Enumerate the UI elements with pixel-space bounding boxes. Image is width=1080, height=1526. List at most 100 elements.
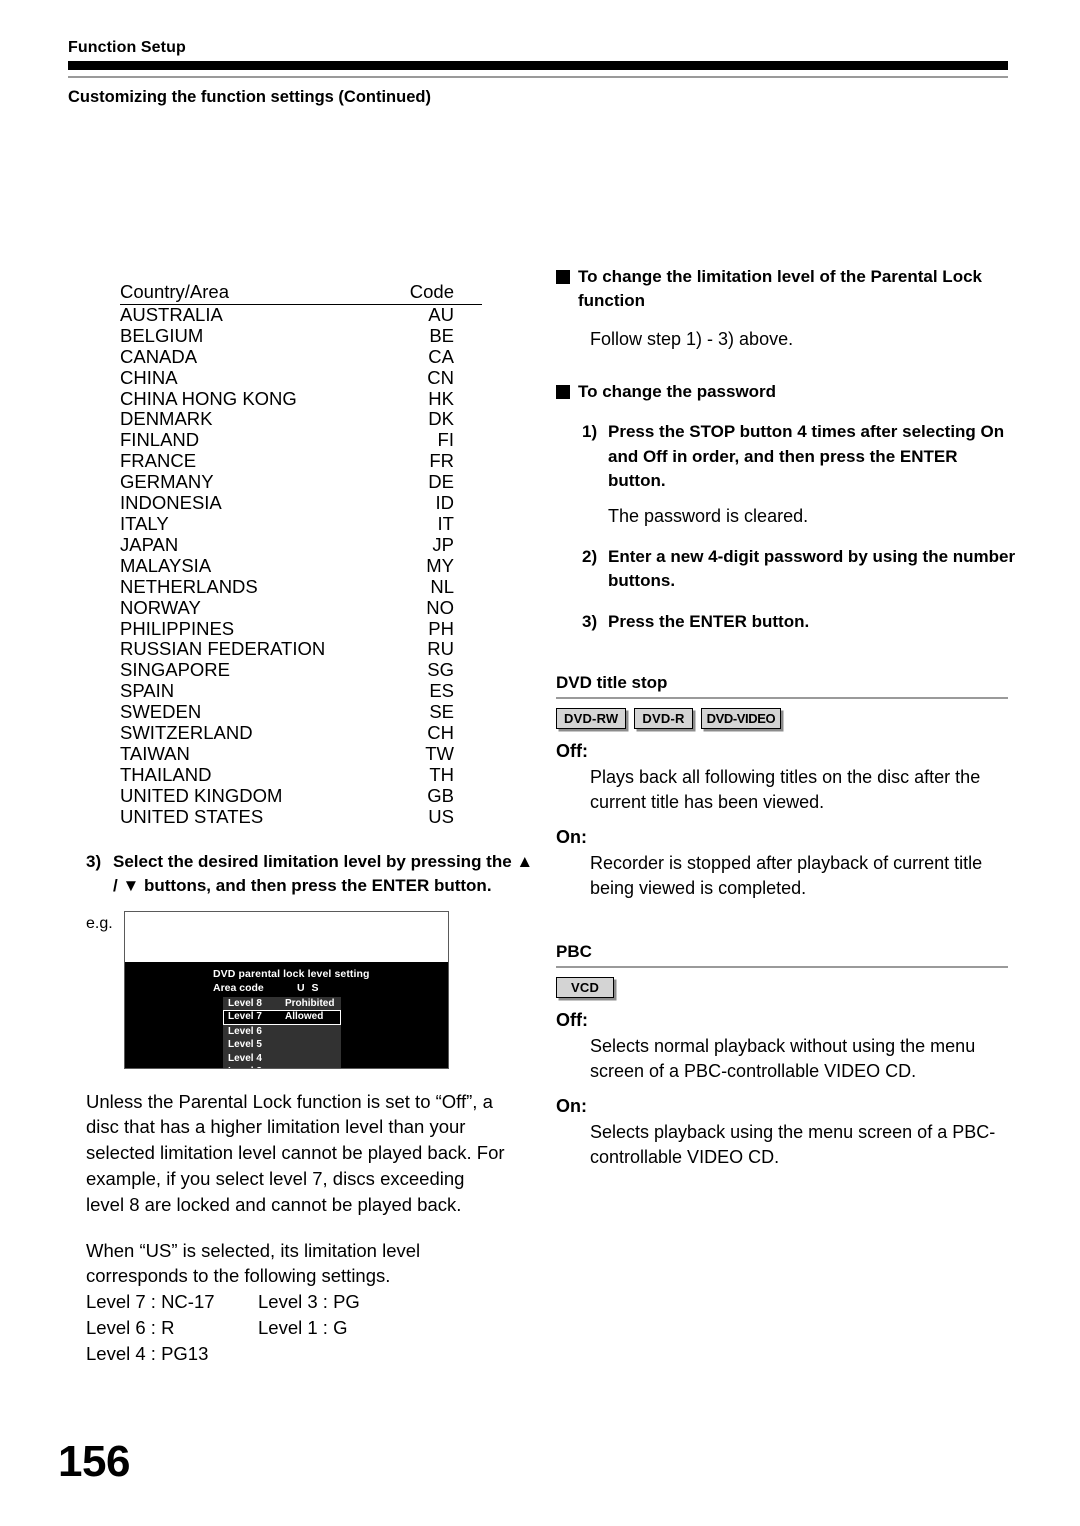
table-row: BELGIUM BE: [120, 324, 482, 347]
country-code: NL: [430, 575, 454, 597]
osd-level-label: Level 3: [228, 1065, 262, 1068]
table-row: UNITED KINGDOM GB: [120, 785, 482, 807]
password-steps-list: 1) Press the STOP button 4 times after se…: [556, 420, 1016, 634]
country-code: FR: [429, 450, 454, 472]
level-mapping-left: Level 6 : R: [86, 1316, 175, 1338]
password-step: 3) Press the ENTER button.: [556, 610, 1016, 635]
country-code: SE: [429, 701, 454, 723]
table-row: CANADA CA: [120, 345, 482, 368]
pbc-off-label: Off:: [556, 1010, 588, 1030]
country-name: FINLAND: [120, 429, 200, 451]
disc-type-badges-dvd: DVD-RW DVD-R DVD-VIDEO: [556, 708, 1016, 729]
disc-type-badges-pbc: VCD: [556, 977, 1016, 998]
osd-title: DVD parental lock level setting: [213, 967, 370, 980]
country-name: NETHERLANDS: [120, 575, 258, 597]
country-name: THAILAND: [120, 763, 212, 785]
parental-lock-note: Unless the Parental Lock function is set…: [86, 1090, 505, 1215]
bullet-square-icon: [556, 270, 570, 284]
disc-badge-dvd-video: DVD-VIDEO: [700, 708, 782, 729]
osd-level-row-selected[interactable]: Level 7 Allowed: [223, 1010, 341, 1025]
table-row: SINGAPORE SG: [120, 659, 482, 681]
table-row: GERMANY DE: [120, 471, 482, 493]
country-code: ID: [435, 492, 455, 514]
table-row: INDONESIA ID: [120, 492, 482, 514]
osd-level-row[interactable]: Level 5: [223, 1038, 341, 1052]
osd-level-row[interactable]: Level 4: [223, 1052, 341, 1066]
disc-badge-vcd: VCD: [556, 977, 615, 998]
follow-step-note: Follow step 1) - 3) above.: [590, 329, 794, 349]
osd-level-label: Level 8: [228, 997, 262, 1009]
country-name: GERMANY: [120, 471, 214, 493]
password-step-line: 1) Press the STOP button 4 times after se…: [582, 420, 1016, 494]
country-name: AUSTRALIA: [120, 303, 223, 325]
osd-area-code-value: U S: [297, 981, 321, 994]
example-figure-row: e.g. DVD parental lock level setting Are…: [86, 910, 536, 1069]
level-mapping-right: [258, 1341, 536, 1367]
country-name: ITALY: [120, 512, 169, 534]
table-row: NETHERLANDS NL: [120, 575, 482, 598]
osd-level-row[interactable]: Level 8 Prohibited: [223, 997, 341, 1011]
password-step-text: Press the ENTER button.: [608, 611, 810, 631]
table-row: RUSSIAN FEDERATION RU: [120, 639, 482, 660]
osd-level-row[interactable]: Level 6: [223, 1025, 341, 1039]
country-code: JP: [432, 533, 454, 555]
header-rule-thick: [68, 61, 1008, 70]
disc-badge-dvd-rw: DVD-RW: [556, 708, 627, 729]
bullet-heading-text: To change the password: [578, 382, 777, 401]
country-name: INDONESIA: [120, 492, 222, 514]
osd-level-label: Level 4: [228, 1052, 262, 1064]
table-row: JAPAN JP: [120, 533, 482, 556]
level-mapping-right: Level 3 : PG: [258, 1291, 360, 1313]
country-name: TAIWAN: [120, 742, 190, 764]
country-code-table: Country/Area Code AUSTRALIA AU BELGIUM BE CA…: [120, 281, 482, 828]
country-code: RU: [427, 638, 454, 660]
page-header: Function Setup Customizing the function …: [68, 38, 1008, 108]
step-3-text: Select the desired limitation level by p…: [113, 851, 534, 896]
country-name: RUSSIAN FEDERATION: [120, 638, 326, 660]
table-row: NORWAY NO: [120, 597, 482, 619]
section-heading-dvd-title-stop: DVD title stop: [556, 672, 1008, 699]
bullet-heading-limitation-level: To change the limitation level of the Pa…: [556, 265, 1016, 313]
country-code: TH: [429, 763, 454, 785]
password-step: 1) Press the STOP button 4 times after se…: [556, 420, 1016, 529]
country-code: BE: [429, 324, 454, 346]
osd-level-value: Allowed: [285, 1011, 324, 1023]
level-mapping-row: Level 4 : PG13: [86, 1341, 536, 1367]
column-header-country: Country/Area: [120, 281, 344, 305]
country-name: UNITED STATES: [120, 805, 264, 827]
country-code: CN: [427, 366, 454, 388]
osd-level-label: Level 6: [228, 1025, 262, 1037]
section-title: Customizing the function settings (Conti…: [68, 88, 431, 106]
country-code: SG: [427, 659, 454, 681]
country-code: IT: [437, 512, 454, 534]
table-row: CHINA HONG KONG HK: [120, 388, 482, 410]
country-name: CHINA: [120, 366, 178, 388]
table-row: CHINA CN: [120, 366, 482, 389]
section-heading-pbc: PBC: [556, 941, 1008, 968]
country-code: US: [428, 805, 454, 827]
country-name: SWITZERLAND: [120, 722, 253, 744]
country-code: DE: [428, 471, 454, 493]
level-mapping-left: Level 7 : NC-17: [86, 1291, 215, 1313]
pbc-off-description: Selects normal playback without using th…: [590, 1036, 976, 1081]
country-code: PH: [428, 617, 454, 639]
table-row: DENMARK DK: [120, 409, 482, 430]
us-rating-note: When “US” is selected, its limitation le…: [86, 1239, 421, 1287]
country-code: TW: [425, 742, 454, 764]
country-code: ES: [429, 680, 454, 702]
osd-level-list[interactable]: Level 8 Prohibited Level 7 Allowed Level 6 Le…: [223, 996, 341, 1068]
table-row: ITALY IT: [120, 512, 482, 535]
password-step-number: 3): [582, 611, 598, 631]
column-header-code: Code: [344, 281, 482, 305]
password-step: 2) Enter a new 4-digit password by using …: [556, 545, 1016, 594]
password-step-line: 3) Press the ENTER button.: [582, 610, 1016, 635]
header-rule-thin: [68, 76, 1008, 78]
table-header-row: Country/Area Code: [120, 281, 482, 305]
country-name: CANADA: [120, 345, 198, 367]
table-row: SWITZERLAND CH: [120, 722, 482, 744]
osd-level-row[interactable]: Level 3: [223, 1065, 341, 1068]
country-name: FRANCE: [120, 450, 197, 472]
disc-badge-dvd-r: DVD-R: [634, 708, 693, 729]
table-row: SWEDEN SE: [120, 701, 482, 723]
password-step-number: 2): [582, 546, 598, 566]
